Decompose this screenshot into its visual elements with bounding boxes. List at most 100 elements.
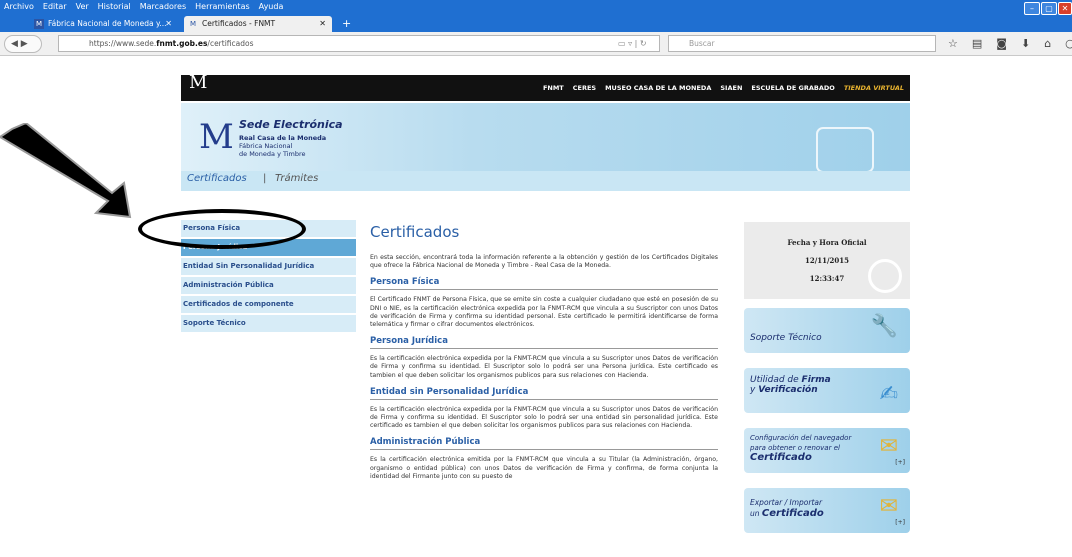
site-banner: M Sede Electrónica Real Casa de la Moned… — [181, 103, 910, 191]
section-heading[interactable]: Entidad sin Personalidad Jurídica — [370, 387, 718, 400]
section-heading[interactable]: Persona Jurídica — [370, 336, 718, 350]
section-heading[interactable]: Persona Física — [370, 277, 718, 291]
certificate-icon: ✉ — [879, 434, 898, 459]
banner-sub2: de Moneda y Timbre — [239, 150, 306, 158]
back-forward-buttons[interactable]: ◀ ▶ — [4, 35, 42, 53]
tab-certificados-link[interactable]: Certificados — [187, 173, 247, 184]
maximize-button[interactable]: ▢ — [1041, 2, 1057, 15]
menu-historial[interactable]: Historial — [98, 0, 131, 14]
section-tabs: Certificados | Trámites — [181, 171, 910, 191]
annotation-circle — [138, 209, 306, 249]
menu-herramientas[interactable]: Herramientas — [195, 0, 250, 14]
section-text: El Certificado FNMT de Persona Física, q… — [370, 296, 718, 329]
browser-titlebar: Archivo Editar Ver Historial Marcadores … — [0, 0, 1072, 32]
intro-text: En esta sección, encontrará toda la info… — [370, 254, 718, 270]
export-label: Exportar / Importar un Certificado — [750, 497, 824, 519]
firma-verificacion-button[interactable]: Utilidad de Firma y Verificación ✍ — [744, 368, 910, 413]
firma-label: Utilidad de Firma y Verificación — [750, 375, 831, 395]
back-arrow-icon[interactable]: ◀ — [11, 39, 18, 49]
nav-museo[interactable]: MUSEO CASA DE LA MONEDA — [605, 84, 711, 92]
tab-label: Certificados - FNMT — [202, 19, 276, 28]
bookmark-star-icon[interactable]: ☆ — [948, 35, 958, 52]
home-icon[interactable]: ⌂ — [1044, 35, 1051, 52]
url-prefix: https://www.sede. — [89, 39, 157, 48]
export-plus[interactable]: [+] — [895, 519, 905, 526]
new-tab-button[interactable]: + — [342, 16, 351, 32]
tab-tramites-link[interactable]: Trámites — [275, 173, 318, 184]
main-content: Certificados En esta sección, encontrará… — [370, 223, 718, 488]
top-navigation: FNMT CERES MUSEO CASA DE LA MONEDA SIAEN… — [543, 84, 904, 92]
url-bar[interactable]: https://www.sede.fnmt.gob.es/certificado… — [58, 35, 660, 52]
web-page: M FNMT CERES MUSEO CASA DE LA MONEDA SIA… — [0, 57, 1072, 557]
section-text: Es la certificación electrónica expedida… — [370, 355, 718, 379]
tab-strip: M Fábrica Nacional de Moneda y... ✕ M Ce… — [0, 16, 351, 32]
firma-line2b: Verificación — [758, 385, 818, 395]
firma-line2a: y — [750, 385, 756, 395]
config-line1: Configuración del navegador — [750, 434, 852, 442]
chip-card-icon — [816, 127, 874, 173]
tab-fnmt-home[interactable]: M Fábrica Nacional de Moneda y... ✕ — [30, 16, 178, 32]
site-logo[interactable]: M — [189, 72, 207, 93]
menu-ver[interactable]: Ver — [76, 0, 89, 14]
reload-icon[interactable]: ▭ ▿ | ↻ — [618, 35, 647, 52]
menu-archivo[interactable]: Archivo — [4, 0, 34, 14]
download-icon[interactable]: ⬇ — [1021, 35, 1030, 52]
menu-marcadores[interactable]: Marcadores — [140, 0, 186, 14]
close-tab-icon[interactable]: ✕ — [165, 16, 172, 32]
menu-editar[interactable]: Editar — [43, 0, 67, 14]
section-heading[interactable]: Administración Pública — [370, 437, 718, 451]
tab-separator: | — [263, 173, 267, 184]
reading-list-icon[interactable]: ▤ — [972, 35, 982, 52]
configuracion-navegador-button[interactable]: Configuración del navegador para obtener … — [744, 428, 910, 473]
site-header-bar: M FNMT CERES MUSEO CASA DE LA MONEDA SIA… — [181, 72, 910, 101]
export-line1: Exportar / Importar — [750, 498, 823, 507]
fnmt-favicon-icon: M — [34, 19, 44, 29]
annotation-arrow-icon — [0, 123, 132, 219]
firma-line1a: Utilidad de — [750, 375, 799, 385]
signature-icon: ✍ — [879, 382, 898, 407]
exportar-importar-button[interactable]: Exportar / Importar un Certificado ✉ [+] — [744, 488, 910, 533]
section-text: Es la certificación electrónica expedida… — [370, 405, 718, 430]
close-window-button[interactable]: ✕ — [1058, 2, 1072, 15]
fnmt-favicon-icon: M — [189, 20, 197, 28]
nav-fnmt[interactable]: FNMT — [543, 84, 564, 92]
minimize-button[interactable]: – — [1024, 2, 1040, 15]
soporte-tecnico-button[interactable]: Soporte Técnico 🔧 — [744, 308, 910, 353]
firma-line1b: Firma — [801, 375, 831, 385]
chat-icon[interactable]: ○ — [1065, 35, 1072, 52]
forward-arrow-icon[interactable]: ▶ — [21, 39, 28, 49]
config-line2: para obtener o renovar el — [750, 444, 840, 452]
fnmt-crest-icon: M — [199, 117, 234, 157]
sidebar-item-componente[interactable]: Certificados de componente — [181, 296, 356, 315]
menu-ayuda[interactable]: Ayuda — [259, 0, 284, 14]
nav-escuela[interactable]: ESCUELA DE GRABADO — [751, 84, 834, 92]
config-plus[interactable]: [+] — [895, 459, 905, 466]
window-controls: – ▢ ✕ — [1024, 2, 1072, 15]
close-tab-icon[interactable]: ✕ — [319, 16, 326, 32]
nav-siaen[interactable]: SIAEN — [720, 84, 742, 92]
official-clock-widget: Fecha y Hora Oficial 12/11/2015 12:33:47 — [744, 222, 910, 299]
sidebar-item-administracion[interactable]: Administración Pública — [181, 277, 356, 296]
tab-label: Fábrica Nacional de Moneda y... — [48, 19, 167, 28]
config-label: Configuración del navegador para obtener … — [750, 433, 851, 463]
wrench-icon: 🔧 — [870, 314, 898, 339]
nav-ceres[interactable]: CERES — [573, 84, 596, 92]
search-input[interactable]: Buscar — [668, 35, 936, 52]
url-domain: fnmt.gob.es — [156, 39, 208, 48]
soporte-label: Soporte Técnico — [750, 333, 822, 343]
menu-bar: Archivo Editar Ver Historial Marcadores … — [0, 0, 292, 14]
sidebar-item-entidad[interactable]: Entidad Sin Personalidad Jurídica — [181, 258, 356, 277]
export-line2a: un — [750, 509, 760, 518]
tab-certificados[interactable]: M Certificados - FNMT ✕ — [184, 16, 332, 32]
url-path: /certificados — [207, 39, 254, 48]
export-line2b: Certificado — [761, 508, 824, 519]
nav-tienda-virtual[interactable]: TIENDA VIRTUAL — [844, 84, 904, 92]
sidebar-item-soporte[interactable]: Soporte Técnico — [181, 315, 356, 334]
certificate-icon: ✉ — [879, 494, 898, 519]
banner-title: Sede Electrónica — [239, 118, 343, 131]
section-text: Es la certificación electrónica emitida … — [370, 456, 718, 480]
toolbar-icons: ☆ ▤ ◙ ⬇ ⌂ ○ ≡ — [948, 35, 1072, 52]
banner-subtitle: Fábrica Nacional de Moneda y Timbre — [239, 142, 306, 158]
banner-org: Real Casa de la Moneda — [239, 134, 327, 142]
pocket-icon[interactable]: ◙ — [996, 35, 1007, 52]
